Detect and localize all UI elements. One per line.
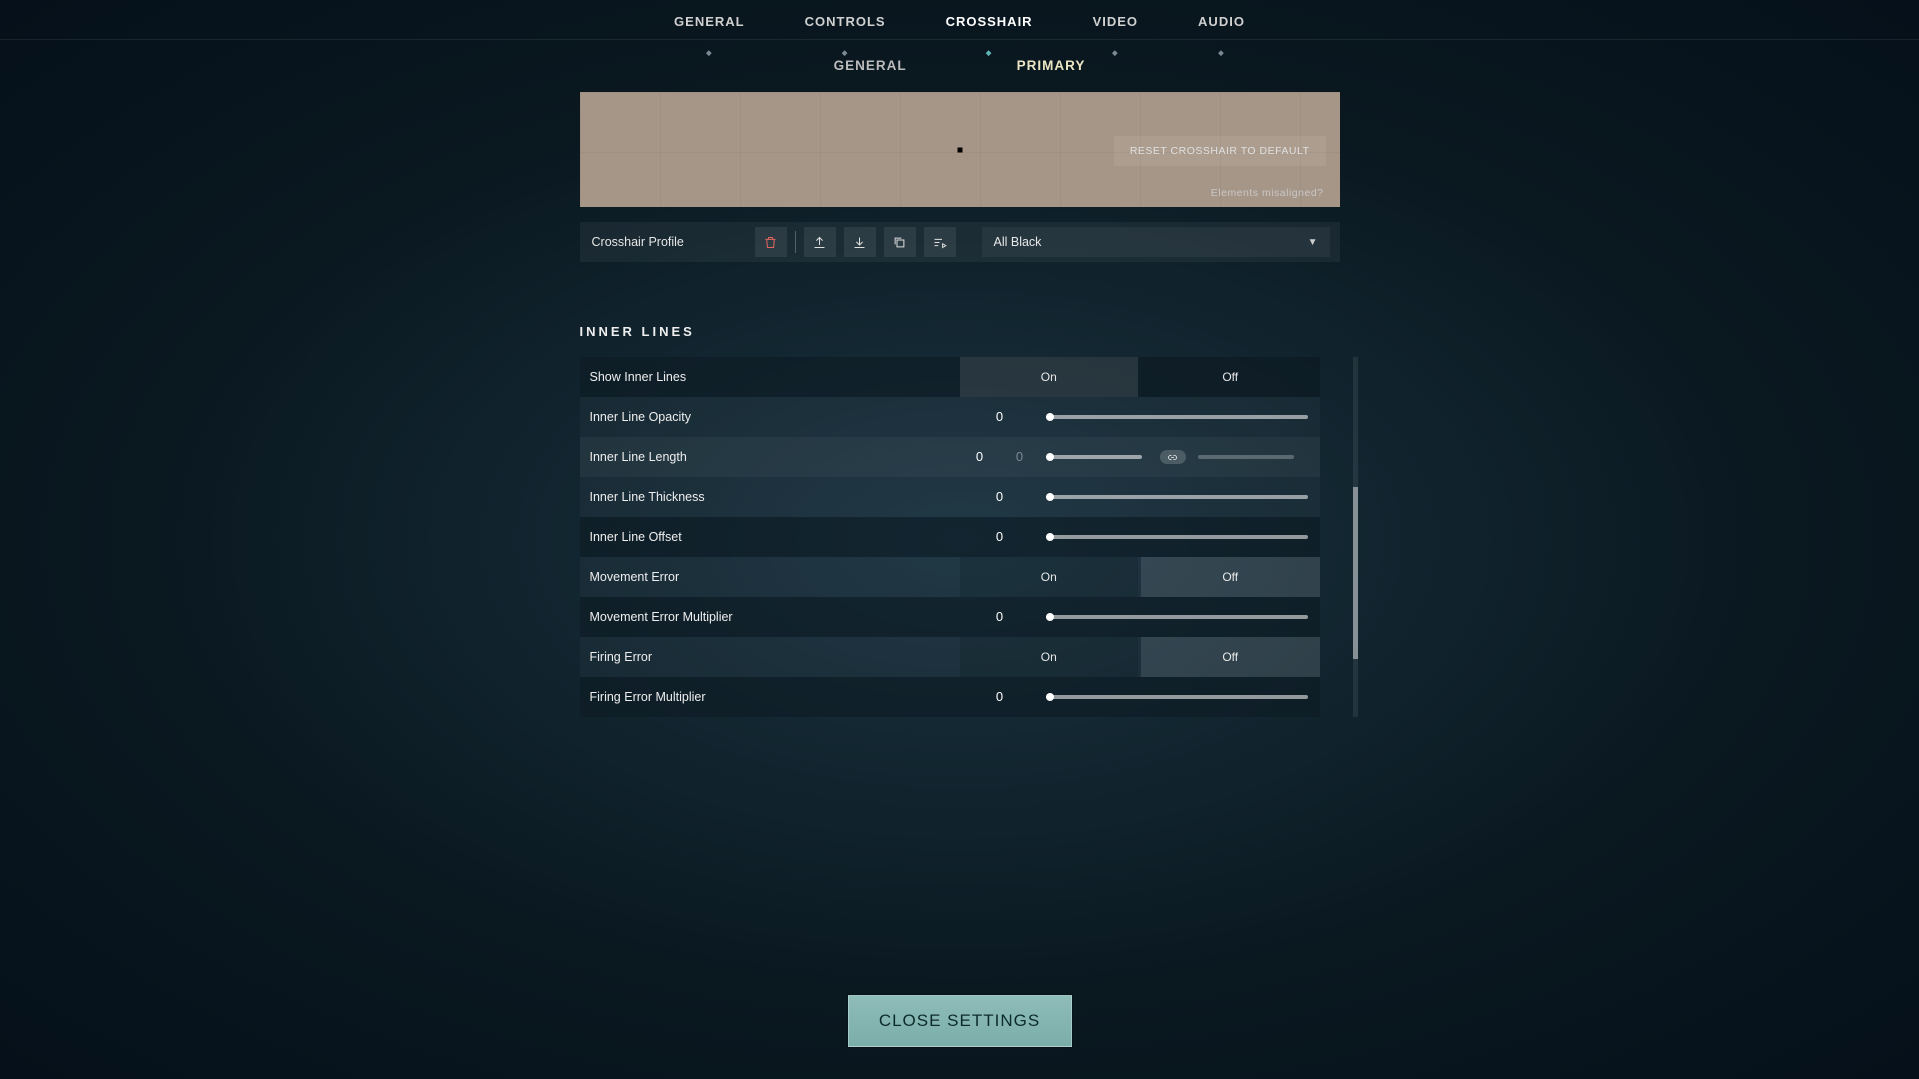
slider-secondary[interactable] [1198, 455, 1294, 459]
row-inner-line-length: Inner Line Length 0 0 [580, 437, 1320, 477]
value-input-secondary[interactable]: 0 [1000, 444, 1040, 470]
row-movement-error-multiplier: Movement Error Multiplier 0 [580, 597, 1320, 637]
slider[interactable] [1046, 415, 1308, 419]
toggle-on[interactable]: On [960, 357, 1139, 397]
row-firing-error: Firing Error On Off [580, 637, 1320, 677]
upload-icon [812, 235, 827, 250]
delete-profile-button[interactable] [755, 227, 787, 257]
value-input[interactable]: 0 [960, 604, 1040, 630]
tab-audio[interactable]: AUDIO [1198, 14, 1245, 39]
toggle-on[interactable]: On [960, 637, 1139, 677]
slider[interactable] [1046, 495, 1308, 499]
toggle-off[interactable]: Off [1141, 557, 1320, 597]
copy-profile-button[interactable] [884, 227, 916, 257]
setting-label: Movement Error [580, 570, 960, 584]
setting-label: Show Inner Lines [580, 370, 960, 384]
elements-misaligned-link[interactable]: Elements misaligned? [1211, 187, 1324, 199]
setting-label: Movement Error Multiplier [580, 610, 960, 624]
trash-icon [763, 235, 778, 250]
tab-video[interactable]: VIDEO [1093, 14, 1138, 39]
setting-label: Inner Line Thickness [580, 490, 960, 504]
link-toggle[interactable] [1160, 450, 1186, 464]
setting-label: Inner Line Length [580, 450, 960, 464]
row-inner-line-offset: Inner Line Offset 0 [580, 517, 1320, 557]
row-movement-error: Movement Error On Off [580, 557, 1320, 597]
profile-dropdown[interactable]: All Black ▼ [982, 227, 1330, 257]
value-input[interactable]: 0 [960, 524, 1040, 550]
profile-selected: All Black [994, 235, 1042, 249]
link-icon [1167, 452, 1178, 463]
row-firing-error-multiplier: Firing Error Multiplier 0 [580, 677, 1320, 717]
top-tabs: GENERAL CONTROLS CROSSHAIR VIDEO AUDIO [0, 0, 1919, 40]
close-settings-button[interactable]: CLOSE SETTINGS [848, 995, 1072, 1047]
subtab-primary[interactable]: PRIMARY [1017, 58, 1086, 92]
crosshair-profile-row: Crosshair Profile All Black ▼ [580, 222, 1340, 262]
value-input[interactable]: 0 [960, 484, 1040, 510]
edit-profile-button[interactable] [924, 227, 956, 257]
setting-label: Firing Error [580, 650, 960, 664]
edit-list-icon [932, 235, 947, 250]
separator [795, 231, 796, 253]
crosshair-preview: RESET CROSSHAIR TO DEFAULT Elements misa… [580, 92, 1340, 207]
slider[interactable] [1046, 615, 1308, 619]
chevron-down-icon: ▼ [1308, 237, 1318, 248]
setting-label: Inner Line Opacity [580, 410, 960, 424]
settings-rows: Show Inner Lines On Off Inner Line Opaci… [580, 357, 1320, 717]
slider[interactable] [1046, 455, 1142, 459]
value-input[interactable]: 0 [960, 404, 1040, 430]
tab-general[interactable]: GENERAL [674, 14, 745, 39]
value-input[interactable]: 0 [960, 684, 1040, 710]
toggle-off[interactable]: Off [1141, 357, 1320, 397]
row-inner-line-thickness: Inner Line Thickness 0 [580, 477, 1320, 517]
row-inner-line-opacity: Inner Line Opacity 0 [580, 397, 1320, 437]
import-profile-button[interactable] [844, 227, 876, 257]
slider[interactable] [1046, 695, 1308, 699]
setting-label: Firing Error Multiplier [580, 690, 960, 704]
tab-crosshair[interactable]: CROSSHAIR [946, 14, 1033, 39]
setting-label: Inner Line Offset [580, 530, 960, 544]
reset-crosshair-button[interactable]: RESET CROSSHAIR TO DEFAULT [1114, 136, 1326, 166]
subtab-general[interactable]: GENERAL [834, 58, 907, 92]
tab-controls[interactable]: CONTROLS [805, 14, 886, 39]
section-title-inner-lines: INNER LINES [580, 324, 1340, 339]
download-icon [852, 235, 867, 250]
toggle-on[interactable]: On [960, 557, 1139, 597]
value-input[interactable]: 0 [960, 444, 1000, 470]
row-show-inner-lines: Show Inner Lines On Off [580, 357, 1320, 397]
sub-tabs: GENERAL PRIMARY [0, 40, 1919, 92]
crosshair-dot [957, 147, 962, 152]
slider[interactable] [1046, 535, 1308, 539]
toggle-off[interactable]: Off [1141, 637, 1320, 677]
export-profile-button[interactable] [804, 227, 836, 257]
copy-icon [892, 235, 907, 250]
scrollbar[interactable] [1353, 357, 1358, 717]
crosshair-profile-label: Crosshair Profile [590, 235, 684, 249]
